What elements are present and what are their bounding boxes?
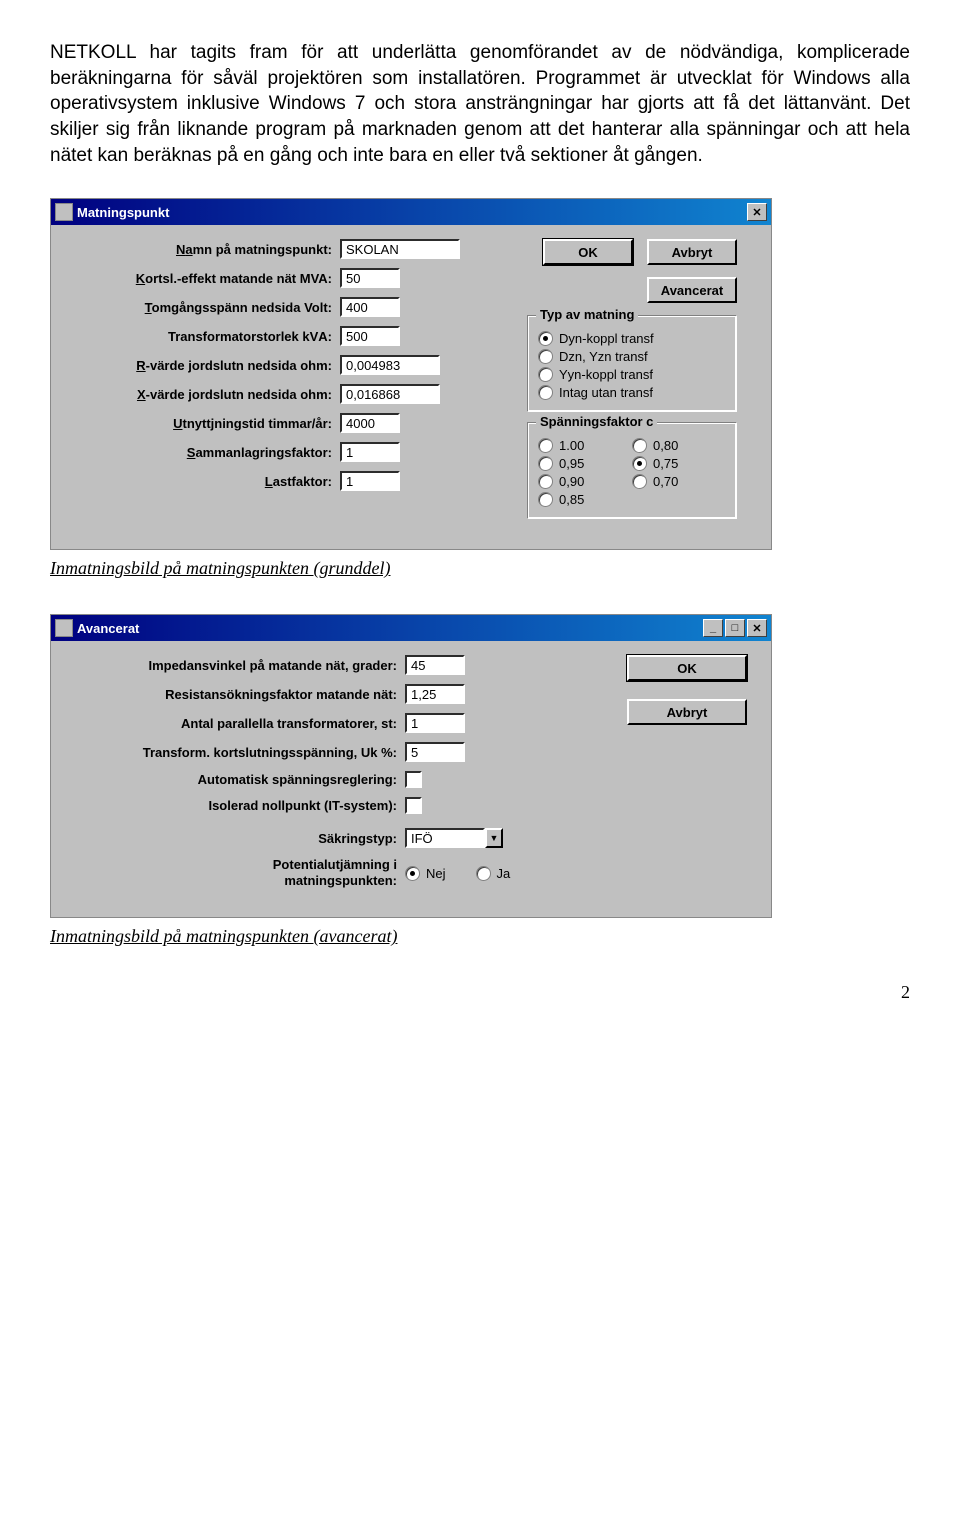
radio-pot-ja[interactable]: Ja — [476, 866, 511, 881]
radio-yyn[interactable]: Yyn-koppl transf — [538, 367, 726, 382]
app-icon — [55, 203, 73, 221]
label-uk: Transform. kortslutningsspänning, Uk %: — [67, 745, 405, 760]
titlebar-2: Avancerat _ □ ✕ — [51, 615, 771, 641]
radio-pot-nej[interactable]: Nej — [405, 866, 446, 881]
radio-080[interactable]: 0,80 — [632, 438, 726, 453]
input-namn[interactable] — [340, 239, 460, 259]
chevron-down-icon[interactable]: ▼ — [485, 828, 503, 848]
input-antal[interactable] — [405, 713, 465, 733]
label-res: Resistansökningsfaktor matande nät: — [67, 687, 405, 702]
input-last[interactable] — [340, 471, 400, 491]
app-icon — [55, 619, 73, 637]
radio-dzn[interactable]: Dzn, Yzn transf — [538, 349, 726, 364]
radio-075[interactable]: 0,75 — [632, 456, 726, 471]
label-imp: Impedansvinkel på matande nät, grader: — [67, 658, 405, 673]
intro-paragraph: NETKOLL har tagits fram för att underlät… — [50, 40, 910, 168]
window-avancerat: Avancerat _ □ ✕ Impedansvinkel på matand… — [50, 614, 772, 918]
radio-095[interactable]: 0,95 — [538, 456, 632, 471]
close-icon[interactable]: ✕ — [747, 619, 767, 637]
input-uk[interactable] — [405, 742, 465, 762]
label-auto: Automatisk spänningsreglering: — [67, 772, 405, 787]
label-namn: Namn på matningspunkt: — [67, 242, 340, 257]
dropdown-sakr[interactable]: ▼ — [405, 828, 503, 848]
window-matningspunkt: Matningspunkt ✕ Namn på matningspunkt: K… — [50, 198, 772, 550]
group-spanningsfaktor: Spänningsfaktor c 1.00 0,95 0,90 0,85 0,… — [527, 422, 737, 519]
radio-085[interactable]: 0,85 — [538, 492, 632, 507]
input-imp[interactable] — [405, 655, 465, 675]
label-antal: Antal parallella transformatorer, st: — [67, 716, 405, 731]
cancel-button[interactable]: Avbryt — [647, 239, 737, 265]
window-title: Matningspunkt — [77, 205, 745, 220]
label-rvarde: R-värde jordslutn nedsida ohm: — [67, 358, 340, 373]
group-typ-matning: Typ av matning Dyn-koppl transf Dzn, Yzn… — [527, 315, 737, 412]
titlebar: Matningspunkt ✕ — [51, 199, 771, 225]
advanced-button[interactable]: Avancerat — [647, 277, 737, 303]
input-res[interactable] — [405, 684, 465, 704]
close-icon[interactable]: ✕ — [747, 203, 767, 221]
radio-070[interactable]: 0,70 — [632, 474, 726, 489]
cancel-button-2[interactable]: Avbryt — [627, 699, 747, 725]
checkbox-auto[interactable] — [405, 771, 422, 788]
legend-typ: Typ av matning — [536, 307, 638, 322]
label-last: Lastfaktor: — [67, 474, 340, 489]
label-isol: Isolerad nollpunkt (IT-system): — [67, 798, 405, 813]
caption-2: Inmatningsbild på matningspunkten (avanc… — [50, 926, 910, 947]
input-kortsl[interactable] — [340, 268, 400, 288]
input-rvarde[interactable] — [340, 355, 440, 375]
input-trafo[interactable] — [340, 326, 400, 346]
radio-intag[interactable]: Intag utan transf — [538, 385, 726, 400]
input-utnyttj[interactable] — [340, 413, 400, 433]
input-samman[interactable] — [340, 442, 400, 462]
caption-1: Inmatningsbild på matningspunkten (grund… — [50, 558, 910, 579]
ok-button[interactable]: OK — [543, 239, 633, 265]
label-utnyttj: Utnyttjningstid timmar/år: — [67, 416, 340, 431]
label-samman: Sammanlagringsfaktor: — [67, 445, 340, 460]
label-tomg: Tomgångsspänn nedsida Volt: — [67, 300, 340, 315]
label-pot: Potentialutjämning i matningspunkten: — [67, 857, 405, 888]
radio-100[interactable]: 1.00 — [538, 438, 632, 453]
label-trafo: Transformatorstorlek kVА: — [67, 329, 340, 344]
minimize-icon[interactable]: _ — [703, 619, 723, 637]
dropdown-sakr-value[interactable] — [405, 828, 485, 848]
label-kortsl: Kortsl.-effekt matande nät MVA: — [67, 271, 340, 286]
page-number: 2 — [50, 982, 910, 1003]
input-tomg[interactable] — [340, 297, 400, 317]
radio-dyn[interactable]: Dyn-koppl transf — [538, 331, 726, 346]
radio-090[interactable]: 0,90 — [538, 474, 632, 489]
label-xvarde: X-värde jordslutn nedsida ohm: — [67, 387, 340, 402]
legend-sf: Spänningsfaktor c — [536, 414, 657, 429]
checkbox-isol[interactable] — [405, 797, 422, 814]
label-sakr: Säkringstyp: — [67, 831, 405, 846]
ok-button-2[interactable]: OK — [627, 655, 747, 681]
maximize-icon[interactable]: □ — [725, 619, 745, 637]
window-title-2: Avancerat — [77, 621, 701, 636]
input-xvarde[interactable] — [340, 384, 440, 404]
